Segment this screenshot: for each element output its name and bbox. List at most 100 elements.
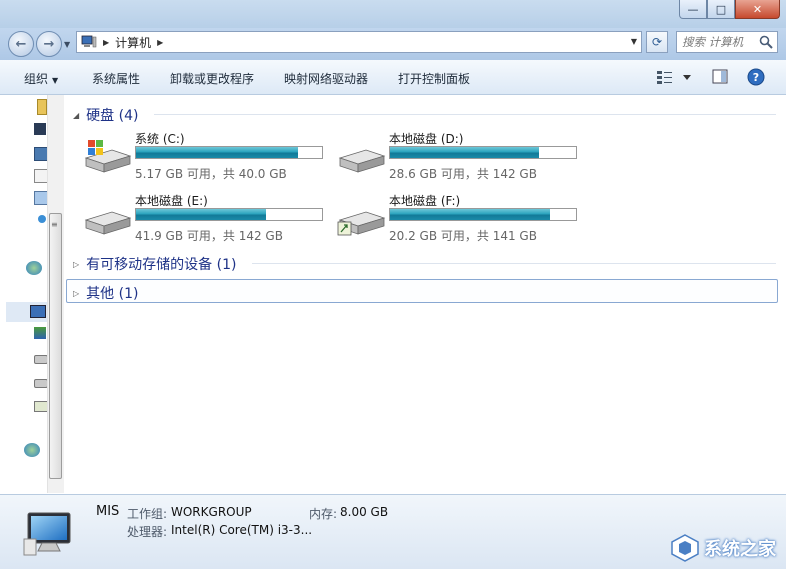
- system-properties-button[interactable]: 系统属性: [92, 70, 140, 87]
- expand-triangle-icon[interactable]: ▷: [73, 260, 79, 269]
- network-globe-icon[interactable]: [26, 261, 42, 275]
- usage-bar-fill: [136, 209, 267, 220]
- free-space-text: 41.9 GB 可用，共 142 GB: [135, 229, 283, 243]
- group-other[interactable]: ▷ 其他 (1): [73, 283, 138, 303]
- watermark-logo-icon: [671, 534, 699, 562]
- organize-label: 组织: [24, 72, 49, 86]
- help-icon[interactable]: ?: [747, 68, 765, 86]
- maximize-button[interactable]: □: [707, 0, 735, 19]
- watermark: 系统之家: [670, 533, 776, 563]
- drive-name: 系统 (C:): [135, 132, 185, 146]
- memory-value: 8.00 GB: [340, 505, 389, 519]
- memory-label: 内存:: [309, 507, 338, 521]
- breadcrumb-chevron-icon[interactable]: ▶: [157, 38, 163, 47]
- processor-label: 处理器:: [127, 525, 168, 539]
- command-bar: 组织 ▼ 系统属性 卸载或更改程序 映射网络驱动器 打开控制面板 ?: [0, 60, 786, 95]
- address-dropdown-icon[interactable]: ▼: [631, 37, 637, 46]
- svg-text:?: ?: [753, 71, 759, 84]
- usage-bar: [135, 208, 323, 221]
- chevron-down-icon: ▼: [52, 76, 59, 85]
- hard-disk-icon: [338, 149, 386, 173]
- navigation-bar: ← → ▼ ▶ 计算机 ▶ ▼ ⟳ 搜索 计算机: [0, 28, 786, 60]
- homegroup-icon[interactable]: [38, 215, 46, 223]
- usage-bar: [135, 146, 323, 159]
- free-space-text: 5.17 GB 可用，共 40.0 GB: [135, 167, 287, 181]
- picture-library-icon[interactable]: [34, 147, 48, 161]
- refresh-icon: ⟳: [651, 35, 663, 49]
- details-pane: MIS 工作组: WORKGROUP 内存: 8.00 GB 处理器: Inte…: [0, 494, 786, 569]
- title-bar: — □ ✕: [0, 0, 786, 28]
- close-button[interactable]: ✕: [735, 0, 780, 19]
- breadcrumb-chevron-icon[interactable]: ▶: [103, 38, 109, 47]
- group-divider: [252, 263, 776, 264]
- minimize-button[interactable]: —: [679, 0, 707, 19]
- system-drive-icon: [84, 140, 132, 173]
- address-bar[interactable]: ▶ 计算机 ▶ ▼: [76, 31, 642, 53]
- free-space-text: 20.2 GB 可用，共 141 GB: [389, 229, 537, 243]
- computer-nav-item[interactable]: [6, 302, 47, 322]
- computer-icon: [81, 35, 97, 48]
- drive-c[interactable]: 系统 (C:) 5.17 GB 可用，共 40.0 GB: [82, 130, 332, 186]
- network-icon[interactable]: [24, 443, 40, 457]
- group-title: 有可移动存储的设备 (1): [86, 257, 237, 273]
- workgroup-label: 工作组:: [127, 507, 168, 521]
- drive-e[interactable]: 本地磁盘 (E:) 41.9 GB 可用，共 142 GB: [82, 192, 332, 248]
- navigation-pane: [0, 95, 48, 493]
- search-input[interactable]: 搜索 计算机: [682, 34, 758, 50]
- back-arrow-icon: ←: [15, 36, 27, 52]
- music-library-icon[interactable]: [34, 191, 48, 205]
- drive-name: 本地磁盘 (E:): [135, 194, 208, 208]
- forward-button[interactable]: →: [36, 31, 62, 57]
- usage-bar: [389, 208, 577, 221]
- hard-disk-icon: [84, 211, 132, 235]
- computer-icon: [30, 305, 46, 318]
- group-hard-disks[interactable]: ◢ 硬盘 (4): [73, 105, 138, 125]
- window-controls: — □ ✕: [679, 0, 780, 19]
- drive-d[interactable]: 本地磁盘 (D:) 28.6 GB 可用，共 142 GB: [336, 130, 586, 186]
- map-network-drive-button[interactable]: 映射网络驱动器: [284, 70, 368, 87]
- scrollbar-grip-icon: ≡: [51, 220, 58, 229]
- group-removable-storage[interactable]: ▷ 有可移动存储的设备 (1): [73, 254, 236, 274]
- breadcrumb-computer[interactable]: 计算机: [115, 34, 151, 51]
- search-icon[interactable]: [758, 34, 774, 50]
- refresh-button[interactable]: ⟳: [646, 31, 668, 53]
- computer-name: MIS: [96, 504, 120, 519]
- content-pane: ◢ 硬盘 (4) 系统 (C:) 5.17 GB 可用，共 40.0 GB 本地…: [64, 95, 786, 493]
- shortcut-drive-icon: [337, 211, 386, 236]
- uninstall-program-button[interactable]: 卸载或更改程序: [170, 70, 254, 87]
- free-space-text: 28.6 GB 可用，共 142 GB: [389, 167, 537, 181]
- usage-bar-fill: [390, 209, 550, 220]
- drive-f[interactable]: 本地磁盘 (F:) 20.2 GB 可用，共 141 GB: [336, 192, 586, 248]
- folder-icon[interactable]: [37, 99, 47, 115]
- preview-pane-icon[interactable]: [712, 69, 728, 85]
- organize-menu[interactable]: 组织 ▼: [24, 70, 58, 87]
- collapse-triangle-icon[interactable]: ◢: [73, 111, 79, 120]
- group-other-selected[interactable]: [66, 279, 778, 303]
- group-title: 硬盘 (4): [86, 108, 139, 124]
- hard-disk-icon[interactable]: [34, 355, 48, 364]
- processor-value: Intel(R) Core(TM) i3-3...: [171, 523, 313, 537]
- open-control-panel-button[interactable]: 打开控制面板: [398, 70, 470, 87]
- drive-name: 本地磁盘 (D:): [389, 132, 464, 146]
- group-title: 其他 (1): [86, 286, 139, 302]
- drive-name: 本地磁盘 (F:): [389, 194, 461, 208]
- expand-triangle-icon[interactable]: ▷: [73, 289, 79, 298]
- workgroup-value: WORKGROUP: [171, 505, 252, 519]
- usage-bar-fill: [390, 147, 539, 158]
- usage-bar-fill: [136, 147, 298, 158]
- system-drive-icon[interactable]: [34, 327, 46, 339]
- hard-disk-icon[interactable]: [34, 379, 48, 388]
- navigation-pane-scrollbar[interactable]: ≡: [47, 95, 64, 493]
- search-box[interactable]: 搜索 计算机: [676, 31, 778, 53]
- video-library-icon[interactable]: [34, 123, 46, 135]
- forward-arrow-icon: →: [43, 36, 55, 52]
- drive-f-icon[interactable]: [34, 401, 48, 412]
- computer-monitor-icon: [23, 512, 71, 556]
- recent-pages-dropdown[interactable]: ▼: [64, 40, 70, 49]
- group-divider: [154, 114, 776, 115]
- watermark-text: 系统之家: [704, 539, 776, 560]
- document-library-icon[interactable]: [34, 169, 48, 183]
- scrollbar-thumb[interactable]: [49, 213, 62, 479]
- back-button[interactable]: ←: [8, 31, 34, 57]
- change-view-icon[interactable]: [656, 69, 694, 85]
